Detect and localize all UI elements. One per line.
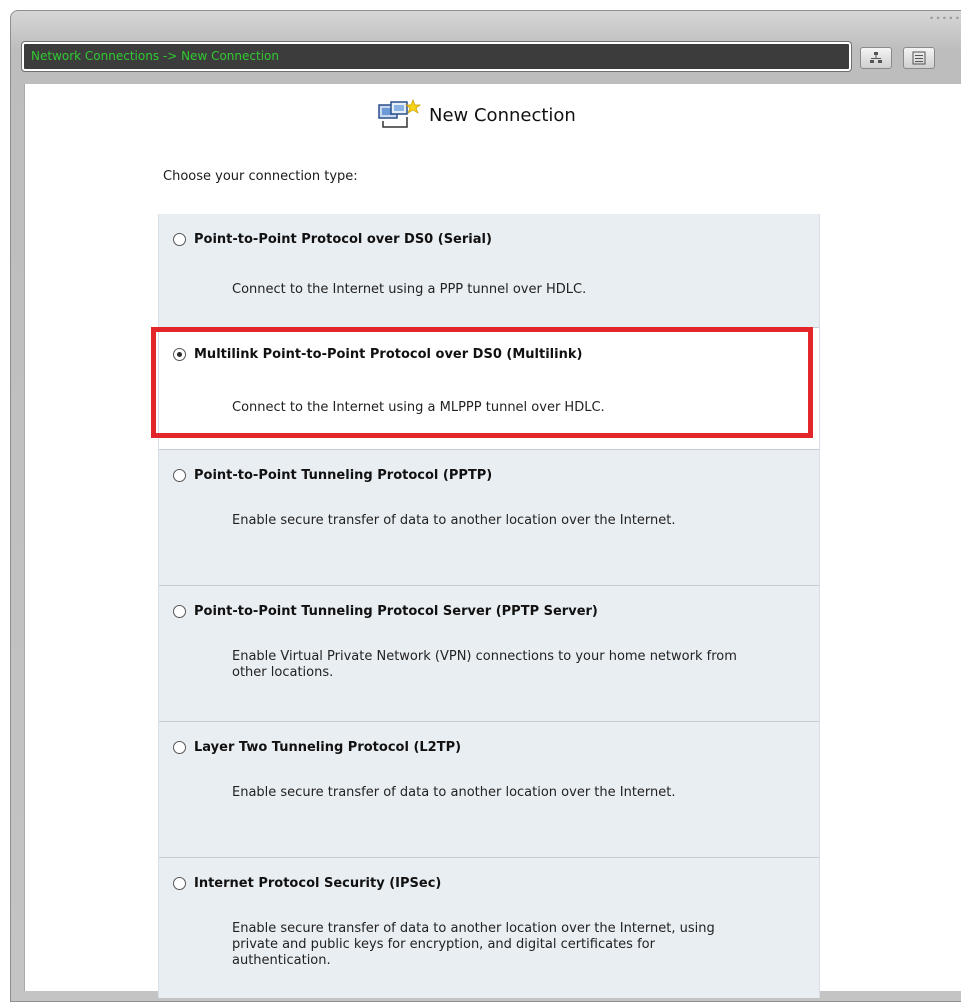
page-title: New Connection	[429, 104, 576, 126]
pptp-server-radio[interactable]	[173, 605, 186, 618]
new-connection-icon	[378, 99, 421, 128]
option-ipsec[interactable]: Internet Protocol Security (IPSec) Enabl…	[159, 858, 819, 998]
option-ppp-serial[interactable]: Point-to-Point Protocol over DS0 (Serial…	[159, 214, 819, 328]
option-label: Point-to-Point Protocol over DS0 (Serial…	[194, 232, 492, 247]
option-label: Internet Protocol Security (IPSec)	[194, 876, 442, 891]
selection-highlight	[151, 327, 813, 438]
resize-grip-icon[interactable]: ∙∙∙∙∙	[929, 14, 961, 24]
main-content: New Connection Choose your connection ty…	[24, 84, 961, 998]
ipsec-radio[interactable]	[173, 877, 186, 890]
option-description: Enable secure transfer of data to anothe…	[232, 785, 676, 800]
ppp-serial-radio[interactable]	[173, 233, 186, 246]
option-label: Point-to-Point Tunneling Protocol Server…	[194, 604, 598, 619]
l2tp-radio[interactable]	[173, 741, 186, 754]
option-l2tp[interactable]: Layer Two Tunneling Protocol (L2TP) Enab…	[159, 722, 819, 858]
option-description: Enable Virtual Private Network (VPN) con…	[232, 649, 737, 680]
connection-type-prompt: Choose your connection type:	[163, 169, 358, 184]
network-map-icon	[870, 52, 882, 63]
network-map-button[interactable]	[860, 47, 892, 69]
option-description: Connect to the Internet using a PPP tunn…	[232, 282, 587, 297]
option-label: Layer Two Tunneling Protocol (L2TP)	[194, 740, 462, 755]
window-titlebar: Network Connections -> New Connection	[22, 42, 851, 71]
option-description: Enable secure transfer of data to anothe…	[232, 513, 676, 528]
page-heading: New Connection	[377, 98, 576, 132]
list-view-button[interactable]	[903, 47, 935, 69]
option-description: Enable secure transfer of data to anothe…	[232, 921, 715, 968]
option-pptp[interactable]: Point-to-Point Tunneling Protocol (PPTP)…	[159, 450, 819, 586]
list-view-icon	[912, 51, 926, 65]
pptp-radio[interactable]	[173, 469, 186, 482]
option-label: Point-to-Point Tunneling Protocol (PPTP)	[194, 468, 493, 483]
breadcrumb: Network Connections -> New Connection	[31, 49, 279, 63]
option-pptp-server[interactable]: Point-to-Point Tunneling Protocol Server…	[159, 586, 819, 722]
